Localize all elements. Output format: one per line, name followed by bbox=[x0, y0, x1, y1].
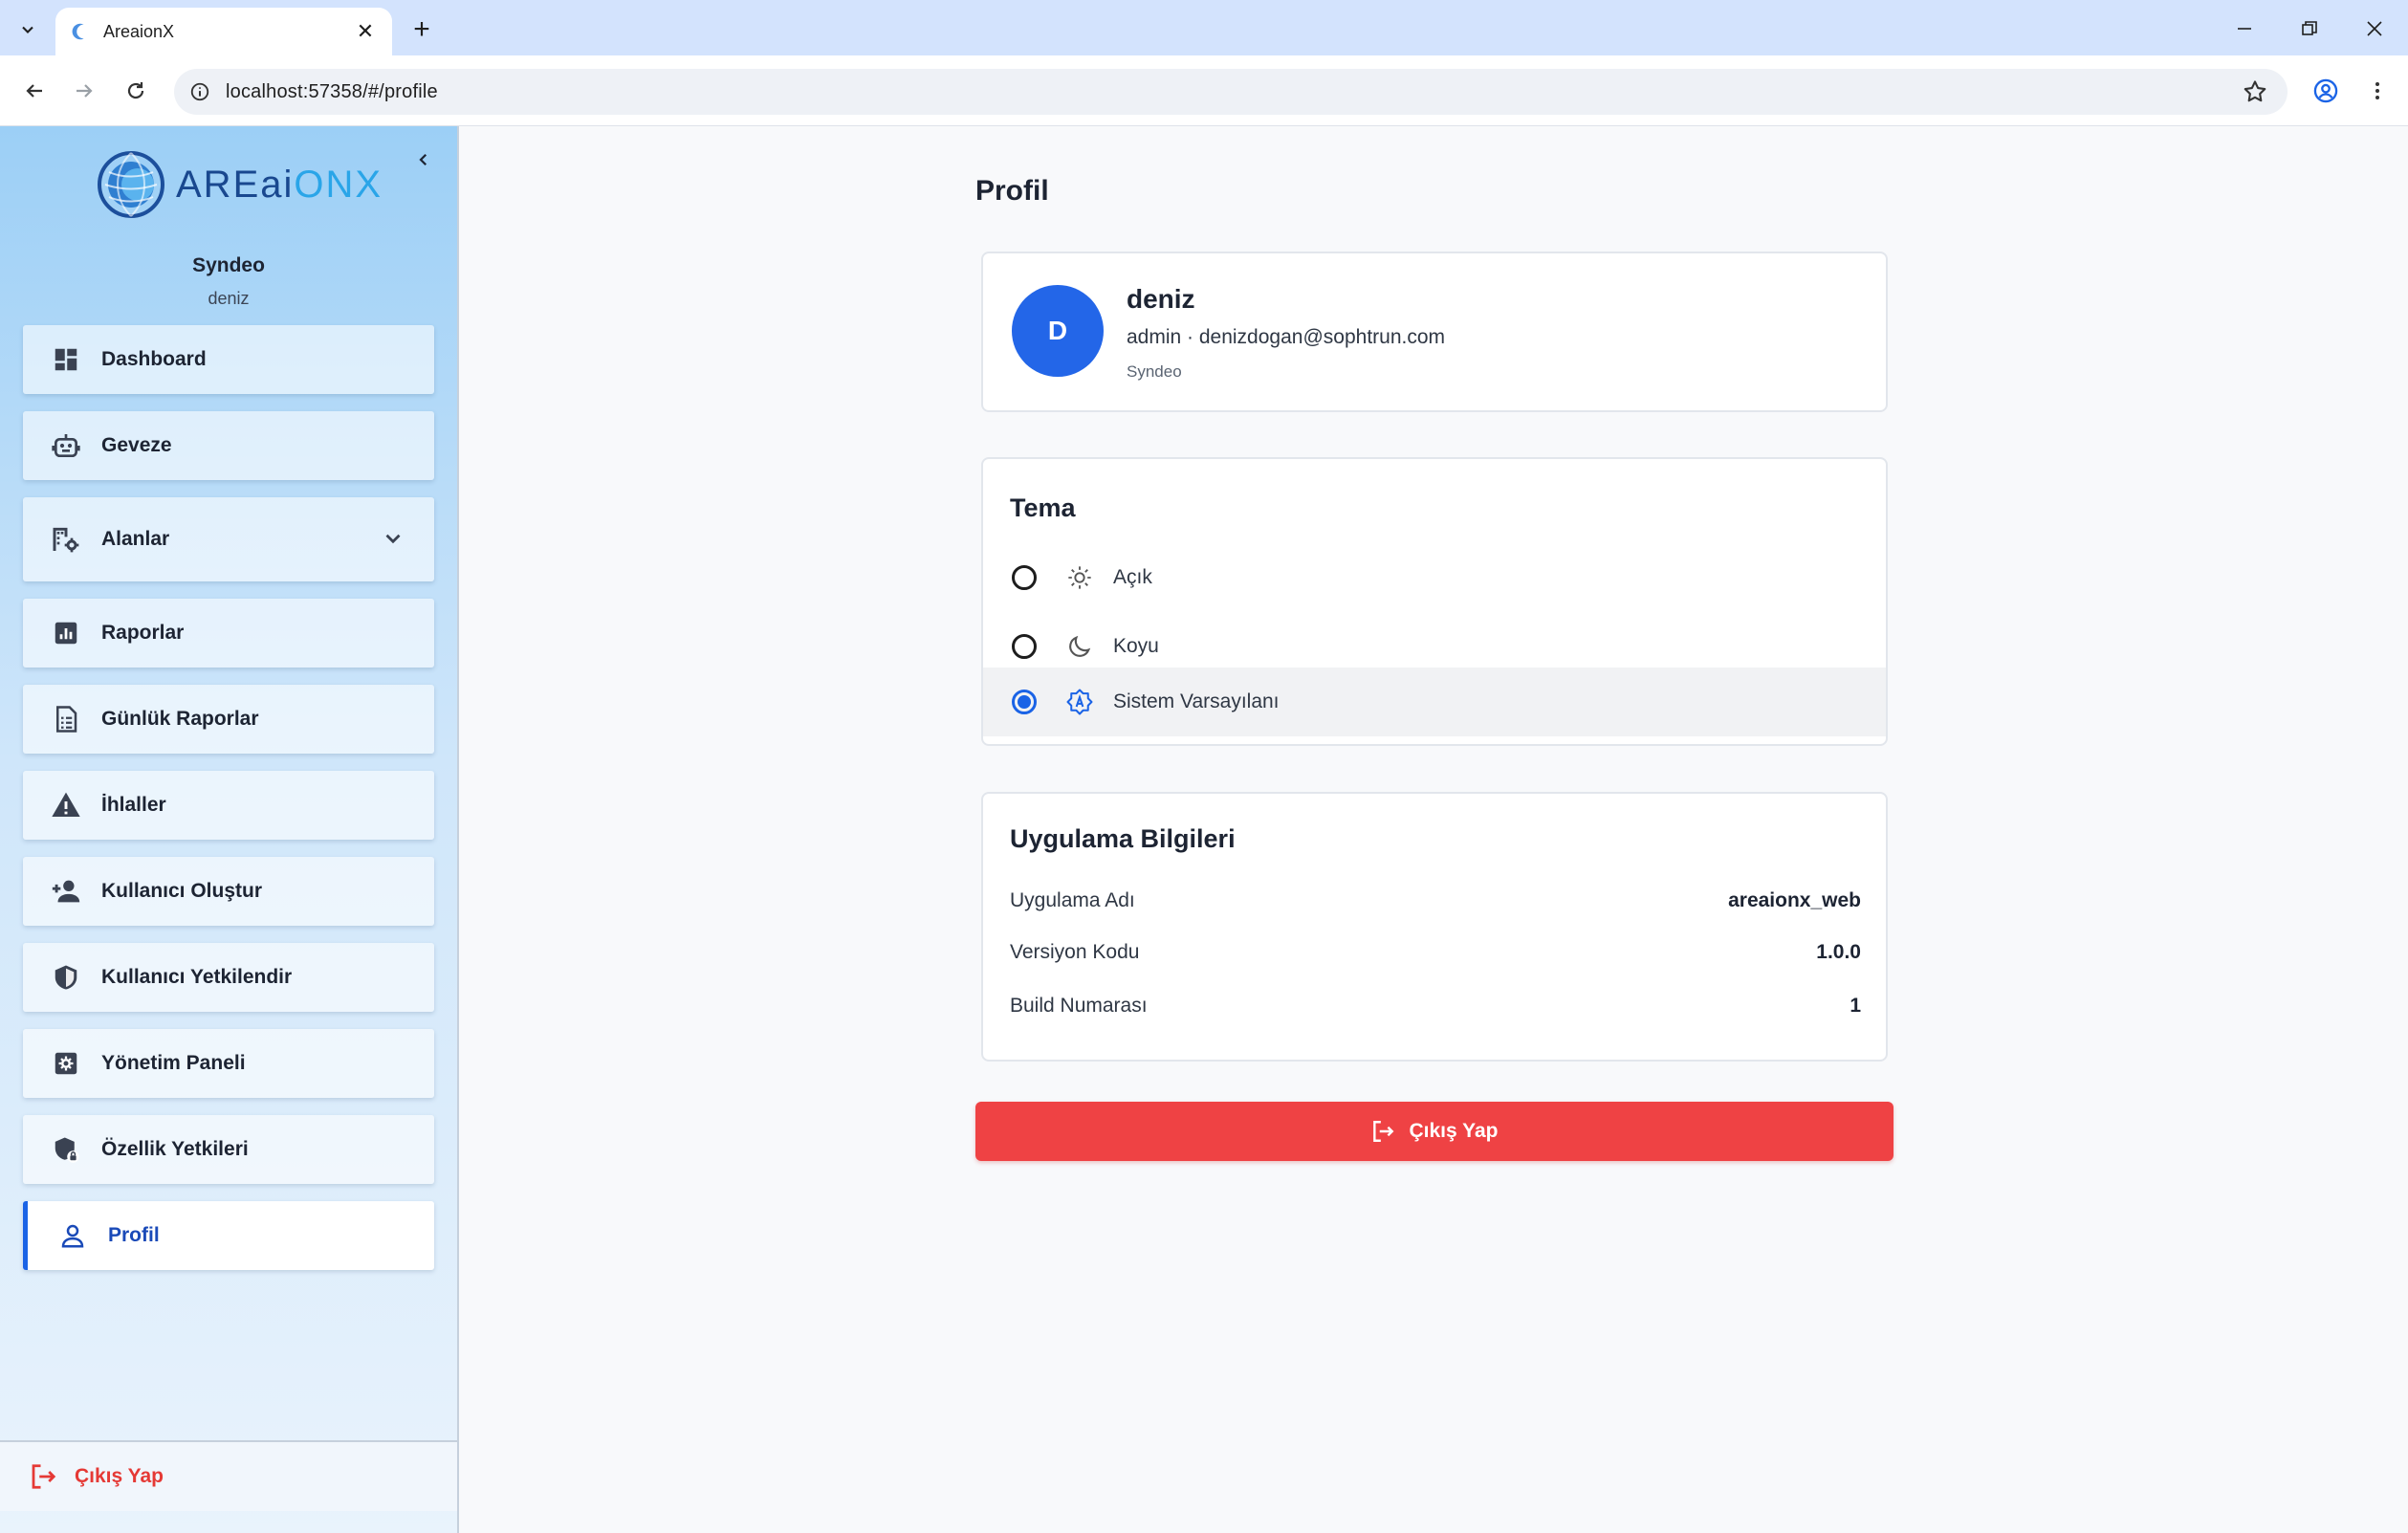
sidebar-item-ihlaller[interactable]: İhlaller bbox=[23, 771, 434, 840]
sidebar-item-ozellik-yetkileri[interactable]: Özellik Yetkileri bbox=[23, 1115, 434, 1184]
radio-button[interactable] bbox=[1012, 565, 1037, 590]
browser-menu-button[interactable] bbox=[2358, 72, 2397, 110]
collapse-sidebar-button[interactable] bbox=[409, 145, 438, 174]
sidebar-item-raporlar[interactable]: Raporlar bbox=[23, 599, 434, 668]
settings-box-icon bbox=[50, 1047, 82, 1080]
theme-option-light[interactable]: Açık bbox=[983, 543, 1886, 612]
arrow-left-icon bbox=[23, 79, 46, 102]
building-settings-icon bbox=[50, 523, 82, 556]
moon-icon bbox=[1065, 632, 1094, 661]
report-chart-icon bbox=[50, 617, 82, 649]
account-circle-icon bbox=[2312, 77, 2339, 104]
sidebar-item-yonetim-paneli[interactable]: Yönetim Paneli bbox=[23, 1029, 434, 1098]
logout-button[interactable]: Çıkış Yap bbox=[975, 1102, 1894, 1161]
reload-icon bbox=[124, 79, 147, 102]
sidebar-item-geveze[interactable]: Geveze bbox=[23, 411, 434, 480]
warning-icon bbox=[50, 789, 82, 821]
person-icon bbox=[56, 1219, 89, 1252]
app-info-title: Uygulama Bilgileri bbox=[1010, 824, 1236, 854]
sun-icon bbox=[1065, 563, 1094, 592]
profile-role-email: admin · denizdogan@sophtrun.com bbox=[1127, 326, 1445, 349]
theme-option-system[interactable]: Sistem Varsayılanı bbox=[983, 668, 1886, 736]
reload-button[interactable] bbox=[117, 72, 155, 110]
info-row-version: Versiyon Kodu 1.0.0 bbox=[1010, 933, 1861, 972]
back-button[interactable] bbox=[15, 72, 54, 110]
person-add-icon bbox=[50, 875, 82, 908]
forward-button[interactable] bbox=[65, 72, 103, 110]
sidebar-org-name: Syndeo bbox=[0, 254, 457, 277]
profile-button[interactable] bbox=[2307, 72, 2345, 110]
document-list-icon bbox=[50, 703, 82, 735]
radio-button-selected[interactable] bbox=[1012, 690, 1037, 714]
close-icon bbox=[2366, 20, 2383, 37]
tab-search-button[interactable] bbox=[10, 11, 46, 48]
logo-wordmark: AREaiONX bbox=[176, 164, 383, 207]
info-row-build: Build Numarası 1 bbox=[1010, 987, 1861, 1025]
auto-brightness-icon bbox=[1065, 688, 1094, 716]
profile-card: D deniz admin · denizdogan@sophtrun.com … bbox=[981, 252, 1888, 412]
arrow-right-icon bbox=[73, 79, 96, 102]
chevron-down-icon bbox=[18, 20, 37, 39]
avatar: D bbox=[1012, 285, 1104, 377]
chevron-down-icon bbox=[381, 526, 405, 551]
site-favicon-icon bbox=[69, 21, 90, 42]
minimize-icon bbox=[2236, 20, 2253, 37]
restore-icon bbox=[2301, 20, 2318, 37]
logout-icon bbox=[29, 1462, 57, 1491]
bookmark-star-icon[interactable] bbox=[2242, 78, 2268, 105]
close-window-button[interactable] bbox=[2353, 10, 2397, 48]
sidebar-item-kullanici-olustur[interactable]: Kullanıcı Oluştur bbox=[23, 857, 434, 926]
browser-toolbar: localhost:57358/#/profile bbox=[0, 55, 2408, 126]
new-tab-button[interactable]: + bbox=[404, 11, 440, 48]
sidebar-item-dashboard[interactable]: Dashboard bbox=[23, 325, 434, 394]
profile-name: deniz bbox=[1127, 284, 1195, 315]
shield-icon bbox=[50, 961, 82, 994]
sidebar-item-profil[interactable]: Profil bbox=[23, 1201, 434, 1270]
browser-tab-bar: AreaionX ✕ + bbox=[0, 0, 2408, 55]
shield-lock-icon bbox=[50, 1133, 82, 1166]
address-bar[interactable]: localhost:57358/#/profile bbox=[174, 69, 2288, 115]
app-logo: AREaiONX bbox=[96, 147, 383, 222]
page-title: Profil bbox=[975, 175, 1049, 208]
sidebar-item-gunluk-raporlar[interactable]: Günlük Raporlar bbox=[23, 685, 434, 754]
globe-logo-icon bbox=[96, 149, 166, 220]
more-vertical-icon bbox=[2366, 79, 2389, 102]
browser-tab[interactable]: AreaionX ✕ bbox=[55, 8, 392, 55]
tab-close-button[interactable]: ✕ bbox=[352, 19, 379, 44]
tab-title: AreaionX bbox=[103, 22, 352, 42]
sidebar-item-kullanici-yetkilendir[interactable]: Kullanıcı Yetkilendir bbox=[23, 943, 434, 1012]
theme-title: Tema bbox=[1010, 493, 1076, 523]
dashboard-icon bbox=[50, 343, 82, 376]
info-row-app-name: Uygulama Adı areaionx_web bbox=[1010, 882, 1861, 920]
restore-button[interactable] bbox=[2288, 10, 2331, 48]
url-text: localhost:57358/#/profile bbox=[226, 81, 438, 103]
theme-card: Tema Açık Koyu Sistem Varsayılanı bbox=[981, 457, 1888, 746]
sidebar-user-name: deniz bbox=[0, 289, 457, 309]
sidebar: AREaiONX Syndeo deniz Dashboard Geveze A… bbox=[0, 126, 459, 1533]
site-info-icon[interactable] bbox=[189, 81, 210, 102]
logout-icon bbox=[1370, 1119, 1395, 1144]
minimize-button[interactable] bbox=[2222, 10, 2266, 48]
radio-button[interactable] bbox=[1012, 634, 1037, 659]
sidebar-item-alanlar[interactable]: Alanlar bbox=[23, 497, 434, 581]
profile-org: Syndeo bbox=[1127, 362, 1182, 382]
robot-icon bbox=[50, 429, 82, 462]
app-info-card: Uygulama Bilgileri Uygulama Adı areaionx… bbox=[981, 792, 1888, 1062]
sidebar-logout-button[interactable]: Çıkış Yap bbox=[0, 1440, 457, 1511]
chevron-left-icon bbox=[415, 151, 432, 168]
